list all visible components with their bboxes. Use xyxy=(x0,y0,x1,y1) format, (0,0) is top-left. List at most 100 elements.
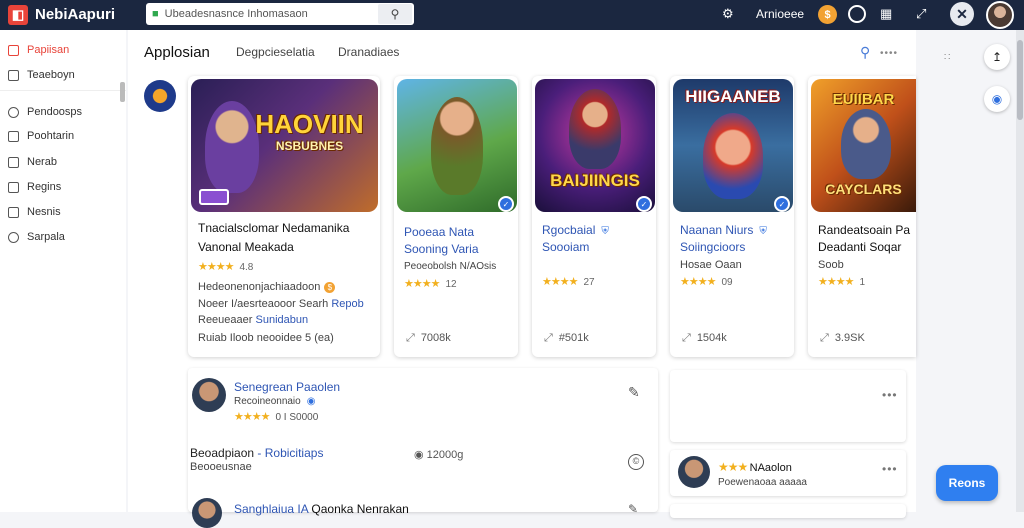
username-label[interactable]: Arnioeee xyxy=(756,7,804,21)
more-options-icon[interactable]: ••• xyxy=(882,462,898,476)
more-options-icon[interactable]: •••• xyxy=(880,48,898,59)
sidebar-scrollbar[interactable] xyxy=(120,82,125,102)
detail-link[interactable]: - Robicitiaps xyxy=(257,446,323,460)
game-art-subtitle: CAYCLARS xyxy=(825,181,902,197)
reviewer-name: NAaolon xyxy=(749,462,792,474)
card-link[interactable]: Sunidabun xyxy=(256,314,309,326)
scrollbar-thumb[interactable] xyxy=(1017,40,1023,120)
card-title-line2: Sooning Varia xyxy=(404,242,479,256)
rating-stars: ★★★★ 4.8 xyxy=(198,260,253,273)
avatar[interactable] xyxy=(192,378,226,412)
edit-icon[interactable]: ✎ xyxy=(628,384,640,401)
flag-icon xyxy=(8,69,19,81)
developer-badge[interactable] xyxy=(144,80,176,112)
shield-icon: ⛨ xyxy=(601,226,609,237)
verified-icon: ✓ xyxy=(774,196,790,212)
verified-icon: ✓ xyxy=(636,196,652,212)
share-icon[interactable]: ↥ xyxy=(984,44,1010,70)
game-art-title: BAIJIINGIS xyxy=(550,171,640,190)
grid-icon[interactable]: ∷ xyxy=(944,52,950,63)
sidebar-item-regins[interactable]: Regins xyxy=(8,181,61,193)
rating-value: 12 xyxy=(445,279,457,290)
game-art-title: HIIGAANEB xyxy=(685,87,781,106)
game-art-subtitle: NSBUBNES xyxy=(275,139,344,153)
side-review-panel: ★★★ NAaolon Poewenaoaa aaaaa ••• xyxy=(670,450,906,496)
edit-icon[interactable]: ✎ xyxy=(628,502,638,516)
rating-value: 4.8 xyxy=(239,262,254,273)
rating-stars: ★★★★ 1 xyxy=(818,275,865,288)
info-icon[interactable]: © xyxy=(628,454,644,470)
notification-icon[interactable]: ⚙ xyxy=(722,6,734,22)
verified-icon: ✓ xyxy=(498,196,514,212)
sidebar-item-pendoosps[interactable]: Pendoosps xyxy=(8,106,82,118)
card-desc4: Ruiab Iloob neooidee 5 (ea) xyxy=(198,332,334,344)
character-figure xyxy=(569,89,621,169)
side-panel-bottom xyxy=(670,504,906,518)
game-card[interactable]: BAIJIINGIS ✓ Rgocbaial ⛨ Soooiam ★★★★ 27 ⤢… xyxy=(532,76,656,357)
detail-link-text: Robicitiaps xyxy=(264,446,324,460)
sidebar-item-nerab[interactable]: Nerab xyxy=(8,156,57,168)
game-card[interactable]: ✓ Pooeaa Nata Sooning Varia Peoeobolsh N… xyxy=(394,76,518,357)
character-figure xyxy=(703,113,763,199)
card-title-line1: Tnacialsclomar Nedamanika xyxy=(198,221,350,235)
game-art-image: BAIJIINGIS xyxy=(535,79,655,212)
sidebar-item-papiisan[interactable]: Papiisan xyxy=(8,44,69,56)
tab-0[interactable]: Degpcieselatia xyxy=(236,45,315,59)
rating-stars: ★★★★ 27 xyxy=(542,275,595,288)
avatar[interactable] xyxy=(986,1,1014,29)
search-box[interactable]: ■ ⚲ xyxy=(146,3,414,25)
avatar[interactable] xyxy=(678,456,710,488)
settings-icon xyxy=(8,231,19,243)
message-icon[interactable]: ◉ xyxy=(984,86,1010,112)
sidebar-item-poohtarin[interactable]: Poohtarin xyxy=(8,130,74,142)
character-figure xyxy=(431,97,483,195)
reviewer-name-first: Sanghlaiua IA xyxy=(234,502,309,516)
page-scrollbar[interactable] xyxy=(1016,30,1024,512)
game-card[interactable]: HIIGAANEB ✓ Naanan Niurs ⛨ Soiingcioors H… xyxy=(670,76,794,357)
rating-stars-glyphs: ★★★★ xyxy=(818,276,854,288)
game-card[interactable]: EUIIBAR CAYCLARS Randeatsoain Pa Deadant… xyxy=(808,76,916,357)
rating-stars-glyphs: ★★★★ xyxy=(198,261,234,273)
sidebar-item-label: Nesnis xyxy=(27,206,61,218)
help-icon[interactable] xyxy=(848,5,866,23)
card-desc1: Hedeonenonjachiaadoon $ xyxy=(198,281,336,293)
app-logo-icon[interactable]: ◧ xyxy=(8,5,28,25)
game-art-image: HAOVIIN NSBUBNES xyxy=(191,79,378,212)
sidebar-item-sarpala[interactable]: Sarpala xyxy=(8,231,65,243)
avatar[interactable] xyxy=(192,498,222,528)
sidebar-item-nesnis[interactable]: Nesnis xyxy=(8,206,61,218)
search-input[interactable] xyxy=(164,8,365,20)
card-title-line1: Pooeaa Nata xyxy=(404,225,475,239)
reviewer-sub: Recoineonnaio ◉ xyxy=(234,396,315,407)
chat-icon xyxy=(8,156,19,168)
card-link[interactable]: Repob xyxy=(331,298,363,310)
document-icon xyxy=(8,206,19,218)
detail-title-text: Beoadpiaon xyxy=(190,446,255,460)
library-icon[interactable]: ▦ xyxy=(880,6,892,22)
sidebar-item-label: Poohtarin xyxy=(27,130,75,142)
close-icon[interactable]: ✕ xyxy=(950,2,974,26)
expand-icon[interactable]: ⤢ xyxy=(916,6,926,22)
detail-sub: Beooeusnae xyxy=(190,461,252,473)
sidebar-item-teaeboyn[interactable]: Teaeboyn xyxy=(8,69,75,81)
tab-1[interactable]: Dranadiaes xyxy=(338,45,399,59)
game-tag-icon xyxy=(199,189,229,205)
reviewer-name[interactable]: Sanghlaiua IA Qaonka Nenrakan xyxy=(234,502,409,516)
sidebar-item-label: Sarpala xyxy=(27,231,65,243)
search-icon[interactable]: ⚲ xyxy=(860,44,870,61)
reviewer-sub-text: Recoineonnaio xyxy=(234,396,301,407)
card-desc1: Soob xyxy=(818,259,844,271)
detail-title: Beoadpiaon - Robicitiaps xyxy=(190,446,323,460)
search-button[interactable]: ⚲ xyxy=(378,4,412,24)
game-card[interactable]: HAOVIIN NSBUBNES Tnacialsclomar Nedamani… xyxy=(188,76,380,357)
more-options-icon[interactable]: ••• xyxy=(882,388,898,402)
users-icon: ◉ xyxy=(414,449,424,461)
sidebar-item-label: Pendoosps xyxy=(27,106,83,118)
download-count-text: 3.9SK xyxy=(834,332,865,344)
reons-button[interactable]: Reons xyxy=(936,465,998,501)
card-title-line1: Rgocbaial ⛨ xyxy=(542,223,609,237)
reviewer-name[interactable]: Senegrean Paaolen xyxy=(234,380,340,394)
search-icon: ⚲ xyxy=(390,7,400,21)
coin-icon[interactable]: $ xyxy=(818,5,837,24)
game-art-image: EUIIBAR CAYCLARS xyxy=(811,79,916,212)
